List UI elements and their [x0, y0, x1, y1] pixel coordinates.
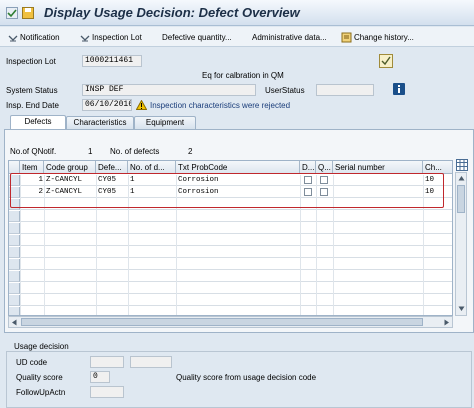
row-selector[interactable]: [9, 295, 20, 306]
tab-characteristics[interactable]: Characteristics: [66, 116, 134, 129]
history-icon: [341, 32, 352, 43]
qnotif-count-value: 1: [88, 147, 93, 156]
row-selector[interactable]: [9, 247, 20, 258]
empty-row: [9, 211, 452, 222]
empty-row: [9, 223, 452, 234]
ud-code-field[interactable]: [90, 356, 124, 368]
vertical-scrollbar[interactable]: [455, 172, 467, 316]
insp-end-date-label: Insp. End Date: [6, 101, 59, 110]
change-history-button[interactable]: Change history...: [341, 31, 414, 44]
followup-action-field[interactable]: [90, 386, 124, 398]
row-selector[interactable]: [9, 211, 20, 222]
warning-icon: [136, 100, 147, 110]
empty-row: [9, 259, 452, 270]
scroll-right-icon[interactable]: [444, 319, 450, 326]
notification-label: Notification: [20, 33, 60, 42]
qnotif-count-label: No.of QNotif.: [10, 147, 57, 156]
system-status-field[interactable]: INSP DEF: [82, 84, 256, 96]
scroll-down-icon[interactable]: [458, 306, 465, 312]
vertical-scroll-thumb[interactable]: [457, 185, 465, 213]
change-history-label: Change history...: [354, 33, 414, 42]
row-selector[interactable]: [9, 271, 20, 282]
quality-score-field[interactable]: 0: [90, 371, 110, 383]
system-status-label: System Status: [6, 86, 58, 95]
inspection-lot-description: Eq for calbration in QM: [202, 71, 284, 80]
ud-code-label: UD code: [16, 358, 48, 367]
empty-row: [9, 247, 452, 258]
administrative-data-label: Administrative data...: [252, 33, 327, 42]
defective-quantity-button[interactable]: Defective quantity...: [162, 31, 232, 44]
user-status-field[interactable]: [316, 84, 374, 96]
quality-score-label: Quality score: [16, 373, 63, 382]
scroll-up-icon[interactable]: [458, 175, 465, 181]
save-icon[interactable]: [22, 7, 34, 19]
highlight-box: [10, 173, 444, 208]
checkmark-icon[interactable]: [6, 7, 18, 19]
row-selector[interactable]: [9, 259, 20, 270]
defects-count-label: No. of defects: [110, 147, 160, 156]
administrative-data-button[interactable]: Administrative data...: [252, 31, 327, 44]
scroll-left-icon[interactable]: [11, 319, 17, 326]
title-bar: Display Usage Decision: Defect Overview: [0, 0, 474, 26]
defects-count-value: 2: [188, 147, 193, 156]
inspection-lot-label: Inspection Lot: [92, 33, 142, 42]
horizontal-scrollbar[interactable]: [8, 316, 453, 328]
quality-score-text: Quality score from usage decision code: [176, 373, 317, 382]
warning-message: Inspection characteristics were rejected: [150, 101, 291, 110]
row-selector[interactable]: [9, 235, 20, 246]
info-icon[interactable]: [393, 83, 405, 95]
table-settings-icon[interactable]: [456, 159, 468, 171]
page-title: Display Usage Decision: Defect Overview: [44, 5, 300, 20]
horizontal-scroll-thumb[interactable]: [21, 318, 423, 326]
inspection-lot-field[interactable]: 1000211461: [82, 55, 142, 67]
inspection-lot-label: Inspection Lot: [6, 57, 56, 66]
notification-button[interactable]: Notification: [8, 31, 60, 44]
document-icon[interactable]: [379, 54, 393, 68]
empty-row: [9, 235, 452, 246]
empty-row: [9, 271, 452, 282]
application-toolbar: Notification Inspection Lot Defective qu…: [0, 27, 474, 47]
user-status-label: UserStatus: [265, 86, 305, 95]
inspection-lot-icon: [80, 35, 90, 41]
empty-row: [9, 283, 452, 294]
row-selector[interactable]: [9, 283, 20, 294]
row-selector[interactable]: [9, 223, 20, 234]
insp-end-date-field[interactable]: 06/10/2016: [82, 99, 132, 111]
notification-icon: [8, 35, 18, 41]
empty-row: [9, 295, 452, 306]
ud-code-text-field[interactable]: [130, 356, 172, 368]
inspection-lot-button[interactable]: Inspection Lot: [80, 31, 142, 44]
row-selector[interactable]: [9, 307, 20, 315]
tab-equipment[interactable]: Equipment: [134, 116, 196, 129]
tab-defects[interactable]: Defects: [10, 115, 66, 129]
empty-row: [9, 307, 452, 315]
followup-action-label: FollowUpActn: [16, 388, 66, 397]
defective-quantity-label: Defective quantity...: [162, 33, 232, 42]
usage-decision-title: Usage decision: [14, 342, 69, 351]
